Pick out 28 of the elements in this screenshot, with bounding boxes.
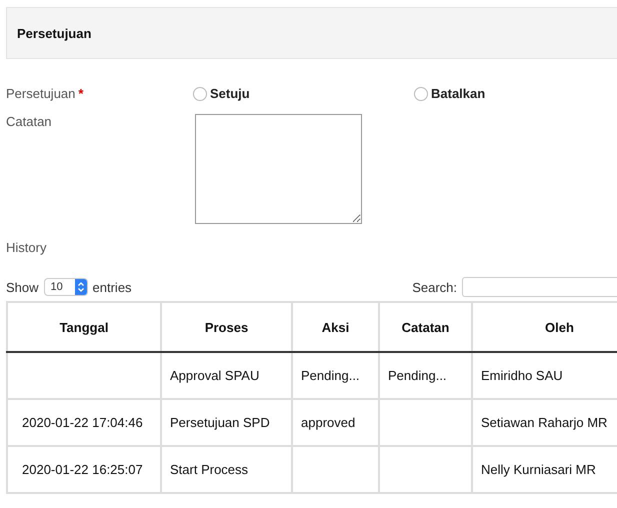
table-cell: Start Process — [161, 446, 292, 493]
column-header[interactable]: Aksi — [292, 302, 379, 352]
column-header[interactable]: Proses — [161, 302, 292, 352]
notes-field[interactable] — [195, 114, 362, 224]
entries-select[interactable]: 10 — [44, 278, 88, 296]
table-cell: Approval SPAU — [161, 352, 292, 399]
table-cell: 2020-01-22 17:04:46 — [7, 399, 161, 446]
length-label: entries — [92, 280, 132, 294]
search-label: Search: — [412, 280, 457, 294]
table-cell: Persetujuan SPD — [161, 399, 292, 446]
radio-icon[interactable] — [193, 86, 207, 100]
radio-option[interactable]: Setuju — [193, 86, 414, 101]
length-label: Show — [6, 280, 39, 294]
table-cell: Pending... — [292, 352, 379, 399]
radio-icon[interactable] — [414, 86, 428, 100]
table-cell: Pending... — [379, 352, 472, 399]
table-cell: 2020-01-22 16:25:07 — [7, 446, 161, 493]
field-label: Persetujuan * — [6, 86, 84, 101]
field-label: Catatan — [6, 114, 53, 129]
section-label: History — [6, 240, 48, 255]
spinner-icon — [74, 279, 87, 295]
panel-title: Persetujuan — [17, 26, 92, 40]
table-cell: approved — [292, 399, 379, 446]
column-header[interactable]: Oleh — [472, 302, 617, 352]
radio-option[interactable]: Batalkan — [414, 86, 617, 101]
column-header[interactable]: Tanggal — [7, 302, 161, 352]
column-header[interactable]: Catatan — [379, 302, 472, 352]
search-field[interactable] — [462, 277, 617, 297]
